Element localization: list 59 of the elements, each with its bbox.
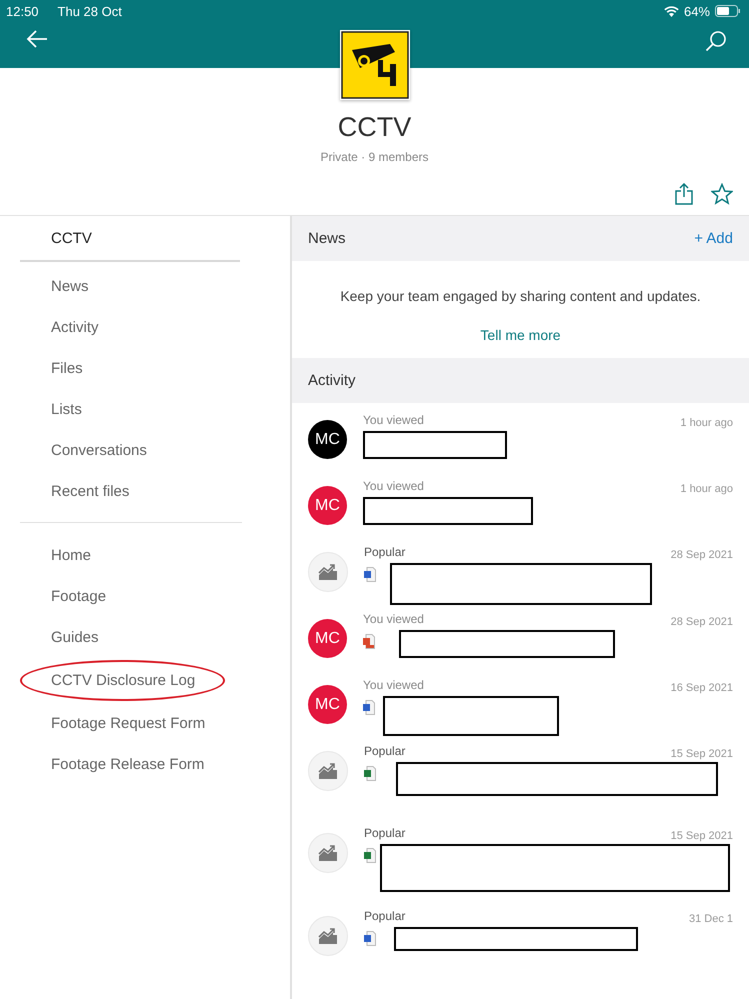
activity-label: You viewed bbox=[363, 612, 424, 626]
nav-item[interactable]: Files bbox=[20, 348, 83, 389]
activity-label: Popular bbox=[364, 545, 406, 559]
avatar: MC bbox=[308, 619, 347, 658]
activity-time: 15 Sep 2021 bbox=[670, 830, 733, 842]
group-subtitle: Private · 9 members bbox=[320, 150, 429, 164]
nav-item[interactable]: Lists bbox=[20, 389, 82, 430]
file-icon bbox=[363, 634, 375, 649]
nav-link[interactable]: Footage Release Form bbox=[20, 744, 204, 785]
activity-label: You viewed bbox=[363, 479, 424, 493]
section-title: News bbox=[308, 230, 346, 247]
activity-label: You viewed bbox=[363, 413, 424, 427]
activity-time: 1 hour ago bbox=[680, 417, 733, 429]
nav-item[interactable]: Recent files bbox=[20, 471, 130, 512]
activity-time: 28 Sep 2021 bbox=[670, 549, 733, 561]
activity-time: 15 Sep 2021 bbox=[670, 748, 733, 760]
trending-avatar bbox=[308, 552, 348, 592]
nav-link[interactable]: Home bbox=[20, 535, 92, 576]
trending-avatar bbox=[308, 916, 348, 956]
add-link[interactable]: + Add bbox=[694, 230, 733, 247]
file-icon bbox=[364, 567, 376, 582]
nav-link[interactable]: Guides bbox=[20, 617, 99, 658]
news-message: Keep your team engaged by sharing content and updates. bbox=[340, 288, 701, 304]
sidebar-title[interactable]: CCTV bbox=[20, 216, 240, 262]
status-time: 12:50 bbox=[6, 4, 39, 18]
avatar: MC bbox=[308, 685, 347, 724]
nav-link[interactable]: CCTV Disclosure Log bbox=[20, 660, 226, 701]
avatar: MC bbox=[308, 420, 347, 459]
status-date: Thu 28 Oct bbox=[58, 4, 122, 18]
file-icon bbox=[363, 700, 375, 715]
nav-item[interactable]: Activity bbox=[20, 307, 99, 348]
trending-avatar bbox=[308, 751, 348, 791]
share-button[interactable] bbox=[673, 181, 695, 207]
tell-me-more-link[interactable]: Tell me more bbox=[474, 326, 567, 344]
file-icon bbox=[364, 931, 376, 946]
nav-item[interactable]: News bbox=[20, 266, 89, 307]
activity-label: Popular bbox=[364, 744, 406, 758]
camera-logo-icon bbox=[340, 30, 410, 100]
activity-time: 28 Sep 2021 bbox=[670, 616, 733, 628]
battery-percent: 64% bbox=[684, 4, 710, 18]
activity-time: 1 hour ago bbox=[680, 483, 733, 495]
activity-time: 31 Dec 1 bbox=[688, 913, 733, 925]
search-button[interactable] bbox=[703, 28, 729, 54]
section-title: Activity bbox=[308, 372, 356, 389]
file-icon bbox=[364, 848, 376, 863]
group-name: CCTV bbox=[338, 112, 412, 143]
activity-time: 16 Sep 2021 bbox=[670, 682, 733, 694]
trending-avatar bbox=[308, 833, 348, 873]
nav-item[interactable]: Conversations bbox=[20, 430, 147, 471]
nav-link[interactable]: Footage Request Form bbox=[20, 703, 206, 744]
nav-link[interactable]: Footage bbox=[20, 576, 106, 617]
activity-label: Popular bbox=[364, 909, 406, 923]
battery-icon bbox=[715, 5, 741, 17]
file-icon bbox=[364, 766, 376, 781]
avatar: MC bbox=[308, 486, 347, 525]
wifi-icon bbox=[664, 6, 679, 16]
activity-label: You viewed bbox=[363, 678, 424, 692]
star-button[interactable] bbox=[709, 181, 735, 207]
activity-label: Popular bbox=[364, 826, 406, 840]
